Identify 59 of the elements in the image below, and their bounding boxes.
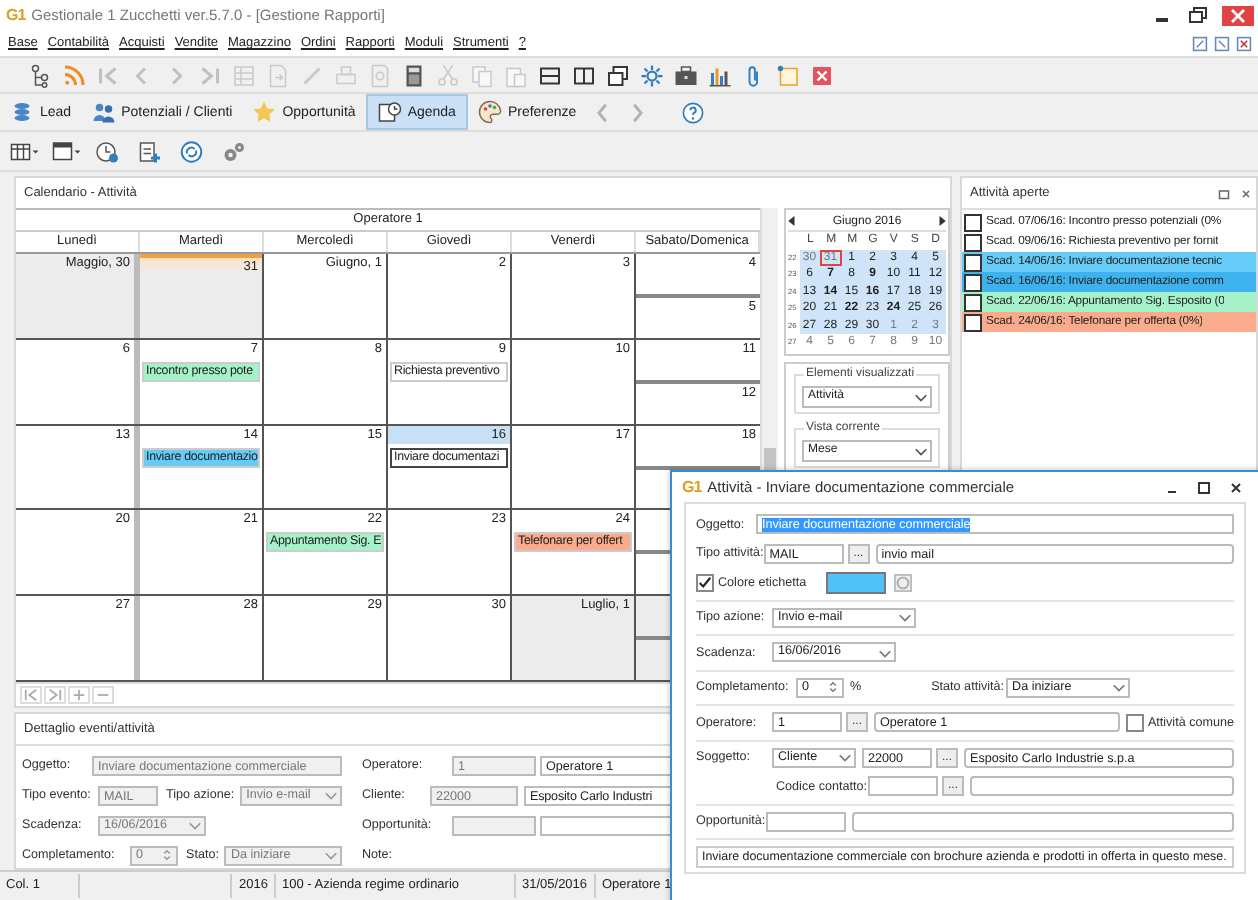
- close-icon[interactable]: [1226, 477, 1246, 497]
- remove-icon[interactable]: [92, 686, 114, 704]
- opportunity-name-field[interactable]: [851, 811, 1234, 832]
- caret-icon: [914, 389, 928, 403]
- previous-month-icon[interactable]: [788, 216, 796, 226]
- spinner-arrows-icon: [826, 680, 840, 695]
- checkbox[interactable]: [964, 213, 982, 231]
- opportunity-code-field[interactable]: [765, 811, 846, 832]
- calculator-icon[interactable]: [402, 63, 426, 87]
- sync-icon[interactable]: [178, 139, 208, 163]
- people-icon: [91, 100, 116, 124]
- gear-icon[interactable]: [640, 63, 664, 87]
- palette-icon[interactable]: [894, 573, 913, 592]
- caret-icon: [1112, 680, 1127, 695]
- clock-icon: [377, 100, 402, 124]
- checkbox[interactable]: [964, 293, 982, 311]
- checkbox[interactable]: [696, 573, 714, 592]
- spinner-arrows-icon: [160, 848, 174, 862]
- palette-icon: [477, 100, 502, 124]
- color-swatch[interactable]: [826, 571, 887, 594]
- caret-icon: [188, 818, 202, 832]
- check-icon: [698, 575, 712, 590]
- star-icon: [252, 100, 277, 124]
- tree-icon[interactable]: [28, 63, 52, 87]
- clock-add-icon[interactable]: [94, 139, 124, 163]
- caret-icon: [878, 645, 892, 660]
- app-logo: G1: [6, 6, 26, 24]
- next-month-icon[interactable]: [938, 216, 946, 226]
- clipboard-add-icon[interactable]: [136, 139, 166, 163]
- checkbox[interactable]: [964, 233, 982, 251]
- bar-chart-icon[interactable]: [708, 63, 732, 87]
- table-menu-icon[interactable]: [10, 139, 40, 163]
- briefcase-icon[interactable]: [674, 63, 698, 87]
- contact-code-field[interactable]: [868, 776, 938, 797]
- checkbox[interactable]: [964, 253, 982, 271]
- caret-icon: [324, 788, 338, 802]
- checkbox[interactable]: [964, 273, 982, 291]
- people-stack-icon: [10, 100, 34, 124]
- checkbox[interactable]: [1125, 713, 1144, 732]
- horizontal-split-icon[interactable]: [538, 63, 562, 87]
- gears-icon[interactable]: [220, 139, 250, 163]
- vertical-split-icon[interactable]: [572, 63, 596, 87]
- app-logo: G1: [682, 478, 702, 496]
- caret-icon: [898, 610, 912, 625]
- opportunity-code-field[interactable]: [452, 815, 536, 835]
- add-icon[interactable]: [68, 686, 90, 704]
- help-icon[interactable]: [682, 101, 705, 123]
- rss-icon[interactable]: [62, 63, 86, 87]
- caret-icon: [838, 750, 852, 765]
- close-icon[interactable]: [1240, 187, 1252, 199]
- checkbox[interactable]: [964, 313, 982, 331]
- first-icon[interactable]: [20, 686, 42, 704]
- contact-name-field[interactable]: [970, 776, 1234, 797]
- note-icon[interactable]: [776, 63, 800, 87]
- windows-icon[interactable]: [606, 63, 630, 87]
- caret-icon: [914, 443, 928, 457]
- last-icon[interactable]: [44, 686, 66, 704]
- caret-icon: [324, 848, 338, 862]
- window-menu-icon[interactable]: [52, 139, 82, 163]
